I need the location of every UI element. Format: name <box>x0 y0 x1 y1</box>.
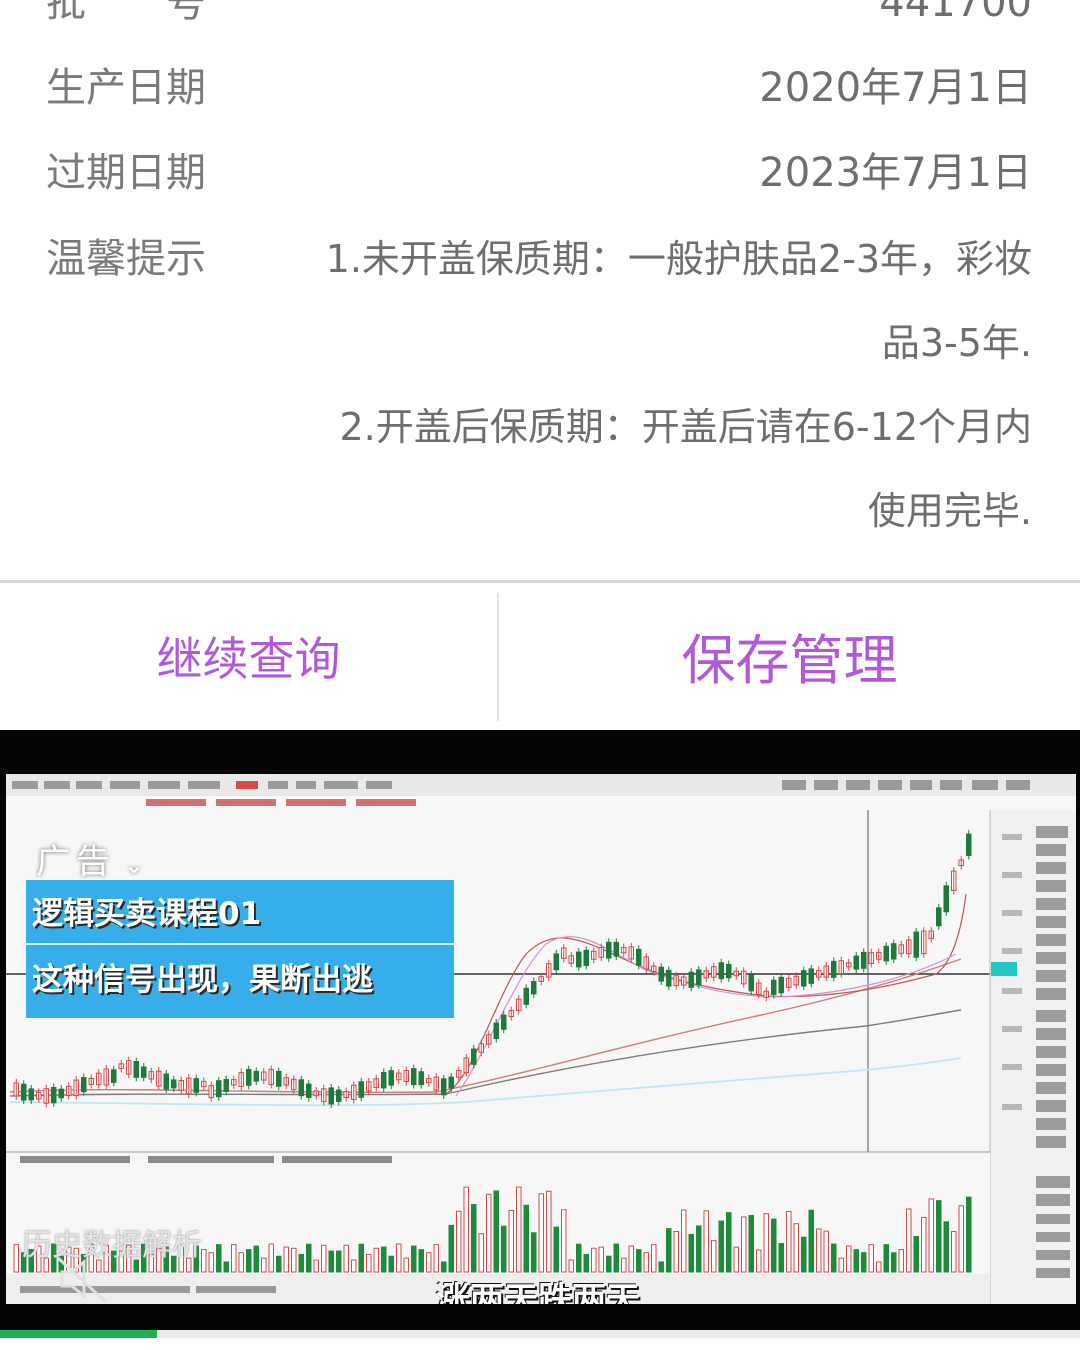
course-title: 逻辑买卖课程01 <box>32 896 262 932</box>
production-date-row: 生产日期 2020年7月1日 <box>46 63 1032 113</box>
tips-line-2: 品3-5年. <box>881 321 1032 365</box>
product-info-panel: 批 号 441700 生产日期 2020年7月1日 过期日期 2023年7月1日… <box>0 0 1080 580</box>
ad-video-frame: 广告 ⌄ 逻辑买卖课程01 这种信号出现，果断出逃 历史数据解析 涨两天跌两天 <box>6 774 1076 1304</box>
course-subtitle: 这种信号出现，果断出逃 <box>32 962 373 998</box>
video-caption: 涨两天跌两天 <box>436 1280 640 1304</box>
video-progress-bar[interactable] <box>0 1330 1080 1338</box>
tips-line-3: 2.开盖后保质期：开盖后请在6-12个月内 <box>339 405 1033 449</box>
course-banner: 逻辑买卖课程01 这种信号出现，果断出逃 <box>26 880 454 1018</box>
tips-label: 温馨提示 <box>46 236 206 282</box>
continue-query-button[interactable]: 继续查询 <box>0 583 497 728</box>
expiry-date-label: 过期日期 <box>46 150 206 196</box>
course-banner-divider <box>26 943 454 945</box>
tips-line-4: 使用完毕. <box>867 489 1032 533</box>
expiry-date-value: 2023年7月1日 <box>759 150 1032 196</box>
history-analysis-text: 历史数据解析 <box>22 1228 202 1263</box>
chevron-down-icon[interactable]: ⌄ <box>124 851 150 879</box>
batch-row: 批 号 441700 <box>46 0 1032 28</box>
video-progress-fill <box>0 1330 157 1338</box>
batch-label: 批 号 <box>46 0 206 26</box>
ad-label: 广告 ⌄ <box>36 834 150 883</box>
production-date-label: 生产日期 <box>46 65 206 111</box>
ad-label-text: 广告 <box>36 842 116 882</box>
tips-line-1: 1.未开盖保质期：一般护肤品2-3年，彩妆 <box>325 237 1032 281</box>
batch-value: 441700 <box>879 0 1032 26</box>
production-date-value: 2020年7月1日 <box>759 65 1032 111</box>
expiry-date-row: 过期日期 2023年7月1日 <box>46 148 1032 198</box>
save-manage-button[interactable]: 保存管理 <box>499 583 1080 728</box>
action-bar: 继续查询 保存管理 <box>0 583 1080 728</box>
mute-icon[interactable] <box>56 1254 112 1304</box>
video-ad[interactable]: 广告 ⌄ 逻辑买卖课程01 这种信号出现，果断出逃 历史数据解析 涨两天跌两天 <box>0 730 1080 1330</box>
